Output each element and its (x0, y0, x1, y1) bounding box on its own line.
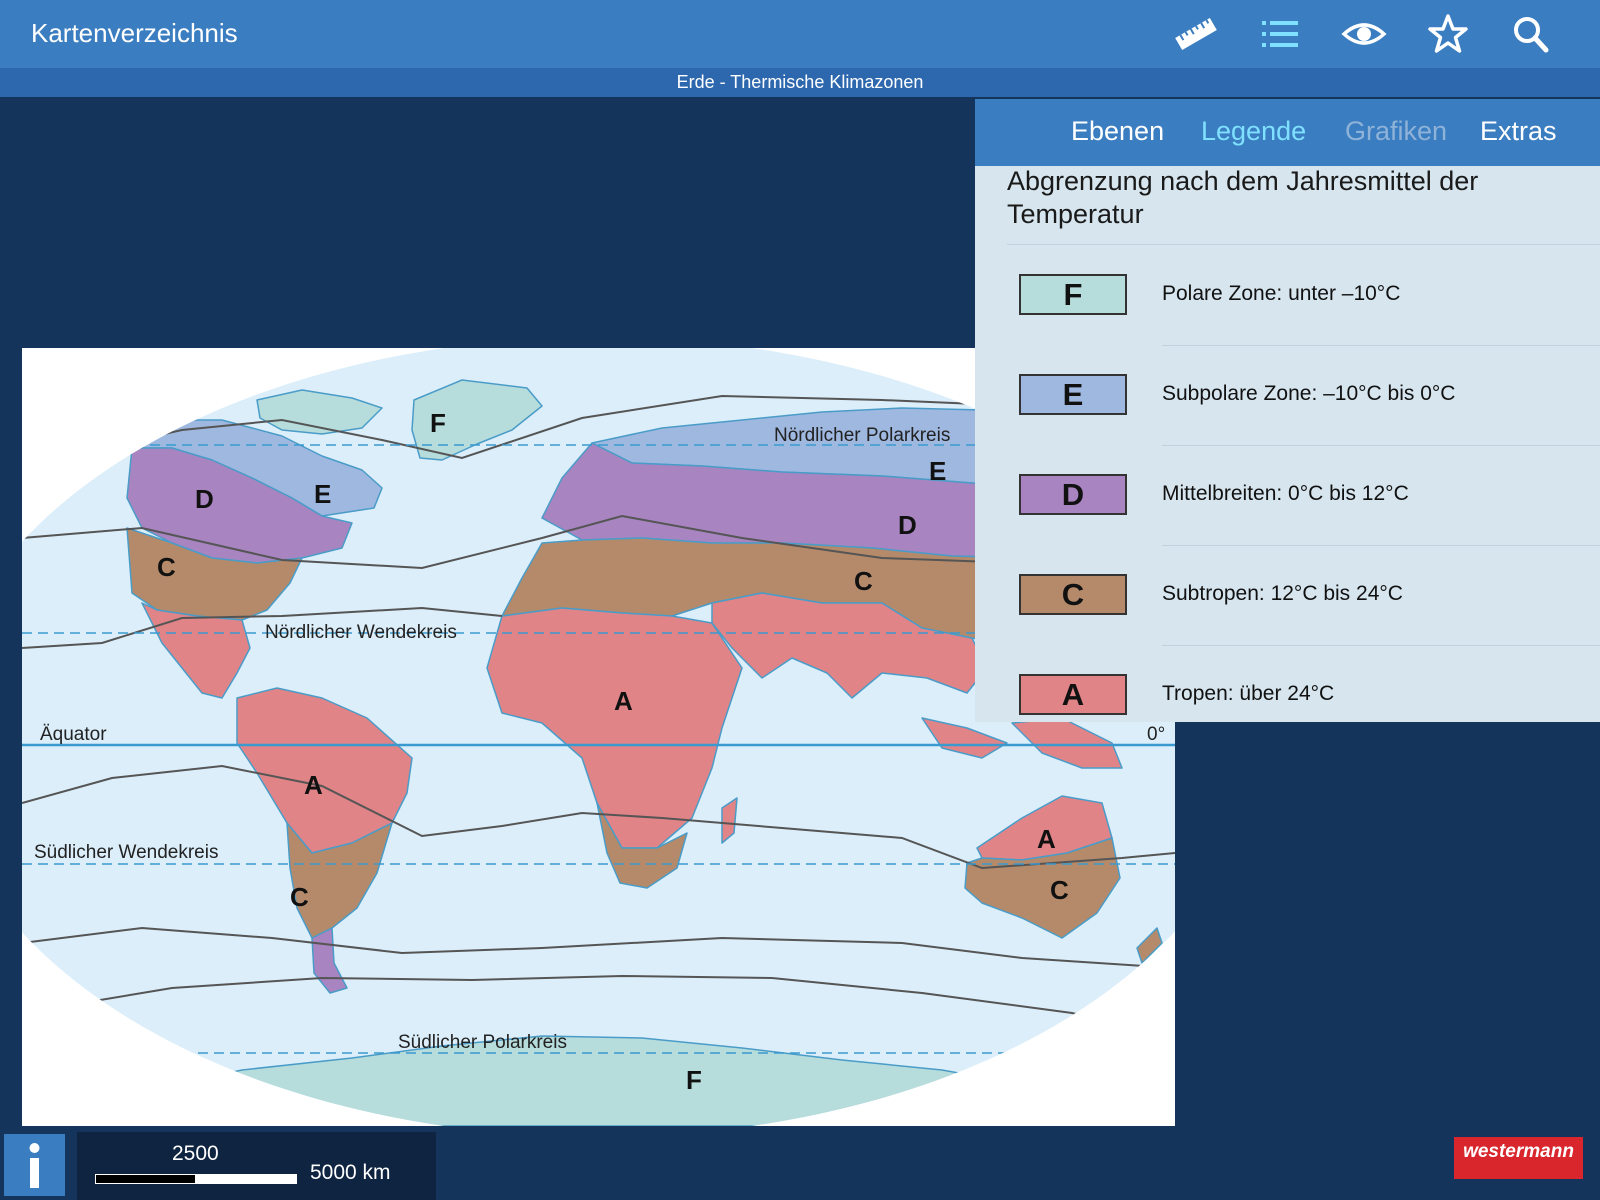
tab-ebenen[interactable]: Ebenen (1071, 116, 1164, 147)
divider (1162, 445, 1600, 446)
eye-icon[interactable] (1340, 12, 1388, 56)
legend-panel: Ebenen Legende Grafiken Extras Abgrenzun… (975, 99, 1600, 722)
label-n-tropic: Nördlicher Wendekreis (265, 622, 457, 643)
legend-text: Subtropen: 12°C bis 24°C (1162, 582, 1403, 605)
legend-item: F Polare Zone: unter –10°C (975, 245, 1600, 345)
search-icon[interactable] (1508, 12, 1556, 56)
scale-segment (95, 1174, 196, 1184)
legend-text: Mittelbreiten: 0°C bis 12°C (1162, 482, 1409, 505)
zone-letter-c-australia: C (1050, 875, 1069, 905)
map-title-bar: Erde - Thermische Klimazonen (0, 68, 1600, 97)
scale-bar: 2500 5000 km (77, 1132, 436, 1200)
legend-heading: Abgrenzung nach dem Jahresmittel der Tem… (1007, 166, 1479, 229)
zone-letter-f-greenland: F (430, 408, 446, 438)
legend-item: C Subtropen: 12°C bis 24°C (975, 545, 1600, 645)
zone-letter-c-north-america: C (157, 552, 176, 582)
label-s-tropic: Südlicher Wendekreis (34, 842, 218, 863)
scale-end-label: 5000 km (310, 1161, 391, 1184)
ruler-icon[interactable] (1172, 12, 1220, 56)
legend-item: D Mittelbreiten: 0°C bis 12°C (975, 445, 1600, 545)
legend-text: Polare Zone: unter –10°C (1162, 282, 1401, 305)
zone-letter-a-australia: A (1037, 824, 1056, 854)
label-zero-degree: 0° (1147, 724, 1165, 745)
zone-letter-c-south-america: C (290, 882, 309, 912)
legend-text: Tropen: über 24°C (1162, 682, 1335, 705)
zone-letter-a-south-america: A (304, 770, 323, 800)
top-bar: Kartenverzeichnis (0, 0, 1600, 68)
legend-swatch: F (1019, 274, 1127, 315)
info-button[interactable] (4, 1134, 65, 1196)
app-title[interactable]: Kartenverzeichnis (31, 18, 238, 49)
legend-swatch: D (1019, 474, 1127, 515)
zone-letter-d-asia: D (898, 510, 917, 540)
zone-letter-a-africa: A (614, 686, 633, 716)
legend-item: A Tropen: über 24°C (975, 645, 1600, 722)
legend-text: Subpolare Zone: –10°C bis 0°C (1162, 382, 1456, 405)
list-icon[interactable] (1256, 12, 1304, 56)
legend-swatch: A (1019, 674, 1127, 715)
zone-letter-d-north-america: D (195, 484, 214, 514)
label-n-polar-circle: Nördlicher Polarkreis (774, 425, 950, 446)
tab-extras[interactable]: Extras (1480, 116, 1557, 147)
label-equator: Äquator (40, 724, 107, 745)
scale-segment (196, 1174, 297, 1184)
star-icon[interactable] (1424, 12, 1472, 56)
tab-legende[interactable]: Legende (1201, 116, 1306, 147)
divider (1162, 545, 1600, 546)
tab-grafiken[interactable]: Grafiken (1345, 116, 1447, 147)
zone-letter-c-asia: C (854, 566, 873, 596)
scale-mid-label: 2500 (172, 1142, 219, 1165)
divider (1162, 645, 1600, 646)
zone-letter-f-antarctica: F (686, 1065, 702, 1095)
legend-swatch: C (1019, 574, 1127, 615)
divider (1162, 345, 1600, 346)
legend-item: E Subpolare Zone: –10°C bis 0°C (975, 345, 1600, 445)
zone-letter-e-siberia: E (929, 456, 946, 486)
legend-swatch: E (1019, 374, 1127, 415)
westermann-logo: westermann (1454, 1137, 1583, 1179)
map-title: Erde - Thermische Klimazonen (676, 72, 924, 92)
zone-letter-e-canada: E (314, 479, 331, 509)
panel-tabs: Ebenen Legende Grafiken Extras (975, 99, 1600, 166)
label-s-polar-circle: Südlicher Polarkreis (398, 1032, 567, 1053)
info-icon (29, 1143, 40, 1188)
